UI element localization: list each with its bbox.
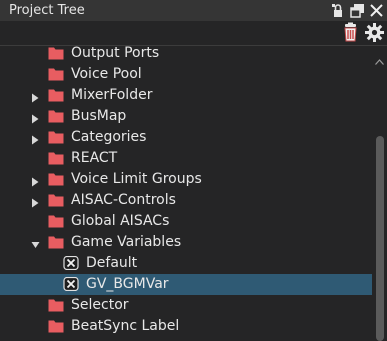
scroll-up-arrow-icon[interactable] [375,50,384,65]
tree-item-label: REACT [71,150,118,166]
tree-item-label: Voice Limit Groups [71,171,202,187]
folder-icon [48,109,64,123]
expand-arrow-icon[interactable] [31,196,40,208]
project-tree: Output Ports Voice Pool MixerFolder BusM… [0,46,372,341]
tree-item-voice-pool[interactable]: Voice Pool [0,64,372,85]
trash-icon[interactable] [340,22,361,43]
vertical-scrollbar[interactable] [372,46,387,341]
tree-item-label: Default [86,255,138,271]
folder-icon [48,67,64,81]
tree-item-global-aisacs[interactable]: Global AISACs [0,211,372,232]
tree-item-selector[interactable]: Selector [0,295,372,316]
title-bar: Project Tree [0,0,387,21]
variable-icon [63,276,79,292]
folder-open-icon [48,235,64,249]
tree-item-beatsync-label[interactable]: BeatSync Label [0,316,372,337]
tree-item-label: GV_BGMVar [86,276,169,292]
window-title: Project Tree [9,3,85,18]
tree-item-categories[interactable]: Categories [0,127,372,148]
tree-item-react[interactable]: REACT [0,148,372,169]
expand-arrow-icon[interactable] [31,133,40,145]
folder-icon [48,130,64,144]
pin-icon[interactable] [331,3,346,18]
folder-icon [48,172,64,186]
expand-arrow-icon[interactable] [31,91,40,103]
tree-item-voice-limit-groups[interactable]: Voice Limit Groups [0,169,372,190]
tree-item-busmap[interactable]: BusMap [0,106,372,127]
tree-item-aisac-controls[interactable]: AISAC-Controls [0,190,372,211]
folder-icon [48,319,64,333]
scrollbar-thumb[interactable] [376,136,384,341]
tree-item-label: Global AISACs [71,213,170,229]
folder-icon [48,214,64,228]
tree-item-label: Selector [71,297,129,313]
tree-item-gv-bgmvar[interactable]: GV_BGMVar [0,274,372,295]
tree-item-label: MixerFolder [71,87,153,103]
expand-arrow-icon[interactable] [31,112,40,124]
folder-icon [48,193,64,207]
close-icon[interactable] [369,3,384,18]
tree-item-label: Categories [71,129,147,145]
tree-item-game-variables[interactable]: Game Variables [0,232,372,253]
project-tree-window: Project Tree Output Ports Voice Pool Mix… [0,0,387,341]
tree-item-default[interactable]: Default [0,253,372,274]
folder-icon [48,46,64,60]
restore-icon[interactable] [350,3,365,18]
tree-item-mixerfolder[interactable]: MixerFolder [0,85,372,106]
tree-item-label: AISAC-Controls [71,192,176,208]
tree-item-label: Game Variables [71,234,182,250]
tree-item-label: Output Ports [71,46,160,61]
tree-toolbar [0,21,387,45]
folder-icon [48,88,64,102]
tree-item-label: Voice Pool [71,66,142,82]
collapse-arrow-icon[interactable] [31,238,40,248]
tree-item-output-ports[interactable]: Output Ports [0,46,372,64]
tree-item-label: BeatSync Label [71,318,180,334]
variable-icon [63,255,79,271]
folder-icon [48,151,64,165]
tree-item-label: BusMap [71,108,127,124]
folder-icon [48,298,64,312]
expand-arrow-icon[interactable] [31,175,40,187]
gear-icon[interactable] [364,22,385,43]
